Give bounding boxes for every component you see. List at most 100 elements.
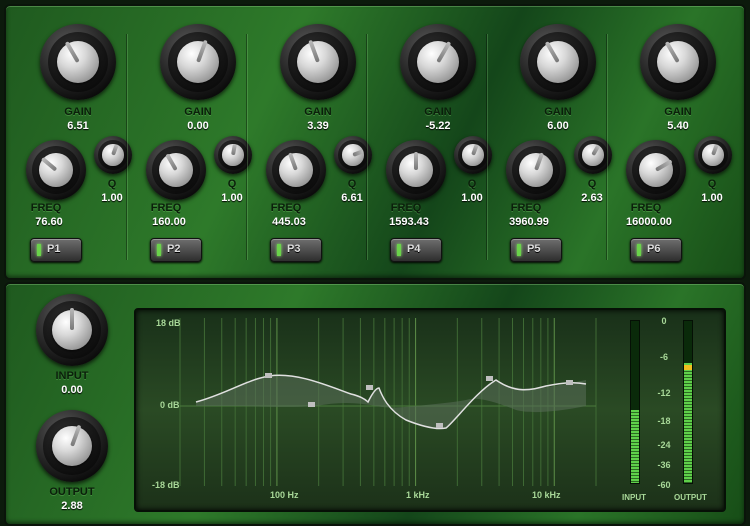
freq-label: FREQ xyxy=(150,202,182,214)
output-meter-peak xyxy=(684,365,692,370)
preset-led xyxy=(37,244,41,256)
preset-label: P2 xyxy=(167,243,181,255)
q-label: Q xyxy=(707,178,717,190)
eq-curve-display[interactable]: 18 dB 0 dB -18 dB 100 Hz 1 kHz 10 kHz 0 -… xyxy=(134,308,726,512)
gain-label: GAIN xyxy=(544,106,572,118)
freq-label-100hz: 100 Hz xyxy=(270,490,299,500)
freq-label: FREQ xyxy=(30,202,62,214)
preset-led xyxy=(277,244,281,256)
gain-value: 6.00 xyxy=(547,120,569,132)
freq-knob-1[interactable] xyxy=(26,140,86,200)
gain-label: GAIN xyxy=(304,106,332,118)
gain-value: -5.22 xyxy=(425,120,451,132)
eq-band-1: GAIN 6.51 FREQ 76.60 Q 1.00 P1 xyxy=(10,6,132,262)
db-label-top: 18 dB xyxy=(156,318,181,328)
preset-button-5[interactable]: P5 xyxy=(510,238,562,262)
preset-led xyxy=(517,244,521,256)
band-handle-p4[interactable] xyxy=(436,423,443,428)
output-meter-fill xyxy=(684,363,692,483)
freq-knob-5[interactable] xyxy=(506,140,566,200)
band-handle-p5[interactable] xyxy=(486,376,493,381)
freq-label: FREQ xyxy=(390,202,422,214)
gain-value: 0.00 xyxy=(187,120,209,132)
input-meter xyxy=(630,320,640,484)
preset-button-4[interactable]: P4 xyxy=(390,238,442,262)
band-separator xyxy=(246,34,247,260)
band-handle-p1[interactable] xyxy=(265,373,272,378)
gain-knob-6[interactable] xyxy=(640,24,716,100)
meter-scale-tick: -18 xyxy=(657,416,671,426)
output-label: OUTPUT xyxy=(49,486,95,498)
freq-value: 445.03 xyxy=(272,216,306,228)
freq-knob-6[interactable] xyxy=(626,140,686,200)
preset-button-1[interactable]: P1 xyxy=(30,238,82,262)
freq-value: 1593.43 xyxy=(389,216,429,228)
freq-label: FREQ xyxy=(270,202,302,214)
meter-output-label: OUTPUT xyxy=(674,493,707,502)
preset-button-6[interactable]: P6 xyxy=(630,238,682,262)
preset-label: P1 xyxy=(47,243,61,255)
freq-label-1khz: 1 kHz xyxy=(406,490,430,500)
freq-knob-2[interactable] xyxy=(146,140,206,200)
meter-scale-tick: -12 xyxy=(657,388,671,398)
freq-value: 3960.99 xyxy=(509,216,549,228)
gain-knob-4[interactable] xyxy=(400,24,476,100)
eq-band-3: GAIN 3.39 FREQ 445.03 Q 6.61 P3 xyxy=(250,6,372,262)
eq-band-5: GAIN 6.00 FREQ 3960.99 Q 2.63 P5 xyxy=(490,6,612,262)
preset-led xyxy=(397,244,401,256)
preset-label: P4 xyxy=(407,243,421,255)
master-panel: INPUT 0.00 OUTPUT 2.88 18 dB 0 dB -18 dB… xyxy=(4,282,746,526)
freq-label: FREQ xyxy=(630,202,662,214)
preset-button-3[interactable]: P3 xyxy=(270,238,322,262)
freq-value: 76.60 xyxy=(35,216,63,228)
freq-knob-4[interactable] xyxy=(386,140,446,200)
db-label-bottom: -18 dB xyxy=(152,480,180,490)
meter-scale-tick: -60 xyxy=(657,480,671,490)
freq-value: 160.00 xyxy=(152,216,186,228)
meter-scale-tick: -24 xyxy=(657,440,671,450)
freq-knob-3[interactable] xyxy=(266,140,326,200)
meter-input-label: INPUT xyxy=(622,493,646,502)
gain-knob-2[interactable] xyxy=(160,24,236,100)
band-handle-p3[interactable] xyxy=(366,385,373,390)
freq-value: 16000.00 xyxy=(626,216,672,228)
band-handle-p6[interactable] xyxy=(566,380,573,385)
input-value: 0.00 xyxy=(61,384,83,396)
gain-value: 3.39 xyxy=(307,120,329,132)
meter-scale-tick: -36 xyxy=(657,460,671,470)
output-value: 2.88 xyxy=(61,500,83,512)
freq-label: FREQ xyxy=(510,202,542,214)
gain-label: GAIN xyxy=(64,106,92,118)
eq-band-4: GAIN -5.22 FREQ 1593.43 Q 1.00 P4 xyxy=(370,6,492,262)
band-separator xyxy=(366,34,367,260)
preset-label: P6 xyxy=(647,243,661,255)
input-knob[interactable] xyxy=(36,294,108,366)
meter-scale-tick: 0 xyxy=(661,316,667,326)
gain-label: GAIN xyxy=(424,106,452,118)
preset-led xyxy=(637,244,641,256)
input-meter-fill xyxy=(631,410,639,483)
preset-label: P3 xyxy=(287,243,301,255)
band-separator xyxy=(606,34,607,260)
gain-label: GAIN xyxy=(184,106,212,118)
gain-knob-3[interactable] xyxy=(280,24,356,100)
eq-band-2: GAIN 0.00 FREQ 160.00 Q 1.00 P2 xyxy=(130,6,252,262)
gain-knob-1[interactable] xyxy=(40,24,116,100)
q-knob-6[interactable] xyxy=(694,136,732,174)
eq-band-6: GAIN 5.40 FREQ 16000.00 Q 1.00 P6 xyxy=(610,6,732,262)
preset-label: P5 xyxy=(527,243,541,255)
output-meter xyxy=(683,320,693,484)
gain-label: GAIN xyxy=(664,106,692,118)
preset-led xyxy=(157,244,161,256)
band-separator xyxy=(126,34,127,260)
output-knob[interactable] xyxy=(36,410,108,482)
gain-knob-5[interactable] xyxy=(520,24,596,100)
meter-scale-tick: -6 xyxy=(659,352,668,362)
preset-button-2[interactable]: P2 xyxy=(150,238,202,262)
eq-bands-panel: GAIN 6.51 FREQ 76.60 Q 1.00 P1 GAIN 0.00 FREQ 160.… xyxy=(4,4,746,280)
gain-value: 6.51 xyxy=(67,120,89,132)
gain-value: 5.40 xyxy=(667,120,689,132)
freq-label-10khz: 10 kHz xyxy=(532,490,561,500)
band-handle-p2[interactable] xyxy=(308,402,315,407)
input-label: INPUT xyxy=(55,370,89,382)
